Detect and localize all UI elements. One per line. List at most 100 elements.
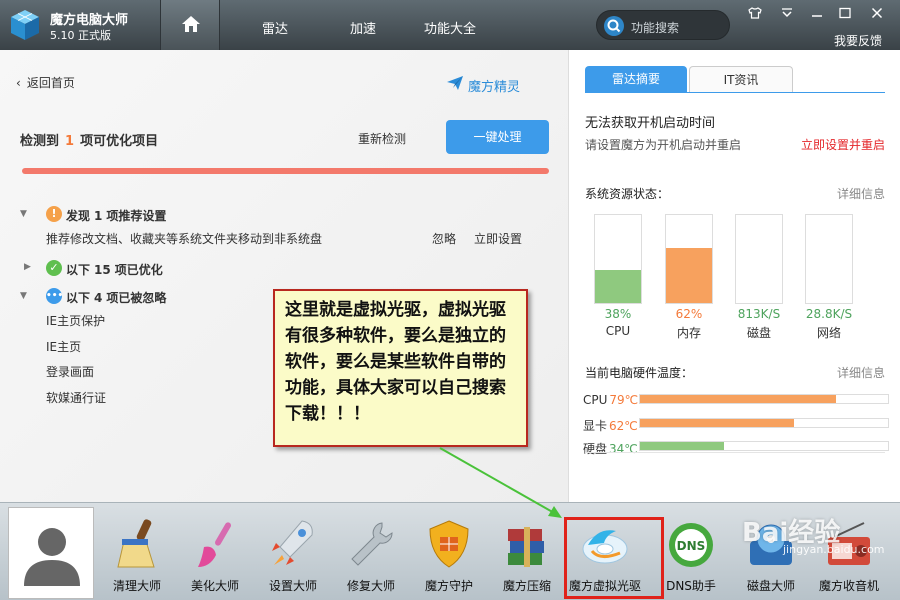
group-count: 4 <box>94 291 103 305</box>
ignored-item[interactable]: IE主页 <box>46 338 81 355</box>
search-input[interactable]: 功能搜索 <box>596 10 730 40</box>
paintbrush-icon <box>198 522 231 567</box>
close-icon[interactable] <box>870 7 884 19</box>
ellipsis-icon: ••• <box>46 288 63 304</box>
detect-count: 1 <box>65 134 75 149</box>
tab-all-features[interactable]: 功能大全 <box>424 18 476 37</box>
tool-label: 修复大师 <box>346 579 395 593</box>
temp-label: CPU <box>583 393 608 407</box>
expand-triangle-icon[interactable]: ▶ <box>24 262 31 272</box>
tab-radar[interactable]: 雷达 <box>262 18 288 37</box>
disk-temp-label: 硬盘 34℃ <box>583 440 638 457</box>
home-button[interactable] <box>160 0 220 50</box>
back-home-label: 返回首页 <box>26 76 75 90</box>
set-now-button[interactable]: 立即设置 <box>474 230 522 247</box>
temperature-details-link[interactable]: 详细信息 <box>837 364 885 381</box>
back-home-link[interactable]: ‹ 返回首页 <box>16 74 75 91</box>
gauge-fill <box>666 248 712 303</box>
maximize-icon[interactable] <box>838 7 852 19</box>
temp-value: 62℃ <box>609 419 638 433</box>
gauge-fill <box>595 269 641 303</box>
disk-speed-value: 813K/S <box>737 307 781 321</box>
search-placeholder: 功能搜索 <box>631 21 680 35</box>
gpu-temp-label: 显卡 62℃ <box>583 417 638 434</box>
boot-time-title: 无法获取开机启动时间 <box>585 116 716 131</box>
resource-status-title: 系统资源状态： <box>585 187 670 201</box>
shield-icon <box>429 520 469 568</box>
collapse-triangle-icon[interactable]: ▼ <box>20 291 27 301</box>
network-gauge <box>805 214 853 304</box>
tab-divider <box>585 92 885 93</box>
group-ignored-title[interactable]: 以下 4 项已被忽略 <box>66 289 166 306</box>
scan-progress-bar <box>22 168 549 174</box>
group-count: 15 <box>94 263 111 277</box>
group-prefix: 以下 <box>66 291 91 305</box>
recheck-button[interactable]: 重新检测 <box>358 130 406 147</box>
ignore-button[interactable]: 忽略 <box>432 230 456 247</box>
ignored-item[interactable]: IE主页保护 <box>46 312 105 329</box>
temp-fill <box>640 419 794 427</box>
ignored-item[interactable]: 登录画面 <box>46 363 94 380</box>
temp-label: 硬盘 <box>583 442 608 456</box>
home-icon <box>182 16 200 32</box>
rocket-icon <box>272 520 313 565</box>
tool-label: 磁盘大师 <box>746 579 795 593</box>
virtual-drive-highlight <box>564 517 664 599</box>
memory-label: 内存 <box>676 326 701 340</box>
collapse-triangle-icon[interactable]: ▼ <box>20 209 27 219</box>
paper-plane-icon <box>447 76 463 90</box>
dns-icon: DNS <box>669 523 713 567</box>
group-prefix: 发现 <box>66 209 91 223</box>
memory-usage-value: 62% <box>675 307 703 321</box>
tool-label: 清理大师 <box>112 579 161 593</box>
magic-spirit-button[interactable]: 魔方精灵 <box>447 76 520 95</box>
shirt-icon[interactable] <box>748 7 762 19</box>
temp-value: 34℃ <box>609 442 638 456</box>
feedback-link[interactable]: 我要反馈 <box>834 32 882 49</box>
minimize-icon[interactable] <box>810 7 824 19</box>
user-icon <box>24 528 80 586</box>
warning-icon: ! <box>46 206 62 222</box>
tab-speedup[interactable]: 加速 <box>350 18 376 37</box>
set-and-restart-link[interactable]: 立即设置并重启 <box>801 136 885 153</box>
disk-label: 磁盘 <box>746 326 771 340</box>
annotation-callout: 这里就是虚拟光驱，虚拟光驱有很多种软件，要么是独立的软件，要么是某些软件自带的功… <box>273 289 528 447</box>
radar-panel: 雷达摘要 IT资讯 无法获取开机启动时间 请设置魔方为开机启动并重启 立即设置并… <box>568 50 900 502</box>
temp-fill <box>640 442 725 450</box>
tab-radar-summary[interactable]: 雷达摘要 <box>585 66 687 92</box>
ignored-item[interactable]: 软媒通行证 <box>46 389 106 406</box>
one-click-fix-button[interactable]: 一键处理 <box>446 120 549 154</box>
wrench-icon <box>351 522 393 566</box>
avatar[interactable] <box>8 507 94 599</box>
tool-label: 美化大师 <box>190 579 239 593</box>
cpu-temp-bar <box>639 394 889 404</box>
temp-fill <box>640 395 836 403</box>
tool-settings[interactable]: 设置大师 <box>254 507 332 599</box>
tool-repair[interactable]: 修复大师 <box>332 507 410 599</box>
cpu-usage-value: 38% <box>604 307 632 321</box>
cpu-temp-label: CPU 79℃ <box>583 393 638 407</box>
tool-cleaner[interactable]: 清理大师 <box>98 507 176 599</box>
resource-details-link[interactable]: 详细信息 <box>837 185 885 202</box>
tool-guard[interactable]: 魔方守护 <box>410 507 488 599</box>
network-label: 网络 <box>816 326 841 340</box>
group-recommend-title[interactable]: 发现 1 项推荐设置 <box>66 207 166 224</box>
detect-prefix: 检测到 <box>20 134 60 149</box>
tab-it-news[interactable]: IT资讯 <box>689 66 793 92</box>
detect-summary: 检测到 1 项可优化项目 <box>20 130 158 149</box>
disk-gauge <box>735 214 783 304</box>
temperature-title: 当前电脑硬件温度： <box>585 366 694 380</box>
group-optimized-title[interactable]: 以下 15 项已优化 <box>66 261 163 278</box>
tool-label: 魔方守护 <box>424 579 473 593</box>
recommend-item: 推荐修改文档、收藏夹等系统文件夹移动到非系统盘 <box>46 232 323 246</box>
chevron-down-icon[interactable] <box>780 7 794 19</box>
cpu-gauge <box>594 214 642 304</box>
gpu-temp-bar <box>639 418 889 428</box>
group-suffix: 项已优化 <box>114 263 163 277</box>
group-prefix: 以下 <box>66 263 91 277</box>
watermark-url: jingyan.baidu.com <box>783 543 885 556</box>
tool-label: 设置大师 <box>268 579 317 593</box>
tool-compress[interactable]: 魔方压缩 <box>488 507 566 599</box>
group-suffix: 项推荐设置 <box>106 209 167 223</box>
tool-beautify[interactable]: 美化大师 <box>176 507 254 599</box>
